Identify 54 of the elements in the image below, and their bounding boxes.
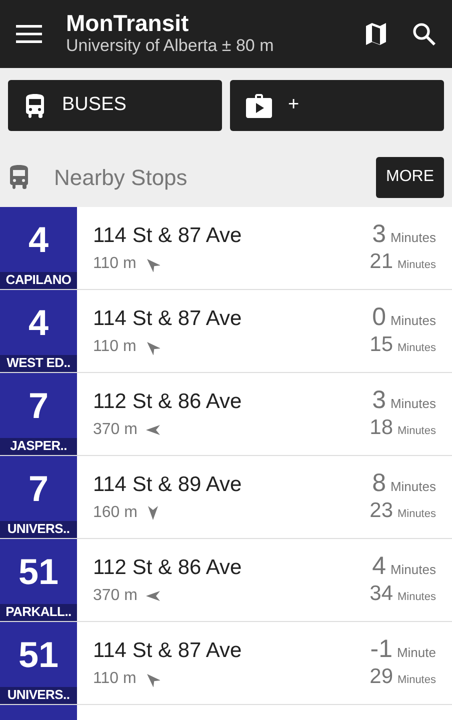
bus-icon <box>8 165 30 189</box>
arrival-time: 4 Minutes <box>372 552 436 582</box>
stop-name: 112 St & 86 Ave <box>93 555 243 582</box>
play-bag-icon <box>246 94 272 118</box>
stop-row[interactable]: 7 JASPER.. 112 St & 86 Ave 370 m 3 Minutes 18 Minutes <box>0 373 452 456</box>
stop-row[interactable]: 4 CAPILANO 114 St & 87 Ave 110 m 3 Minutes 21 Minutes <box>0 207 452 290</box>
search-icon[interactable] <box>412 22 436 46</box>
stop-row[interactable]: 7 UNIVERS.. 114 St & 89 Ave 160 m 8 Minutes 23 Minutes <box>0 456 452 539</box>
distance-text: 110 m <box>93 254 136 274</box>
distance-text: 370 m <box>93 586 138 606</box>
arrival-time: 8 Minutes <box>372 470 436 498</box>
location-subtitle: University of Alberta ± 80 m <box>66 36 275 57</box>
arrival-time: 34 Minutes <box>370 582 436 606</box>
map-icon[interactable] <box>364 22 388 46</box>
route-headsign: UNIVERS.. <box>0 521 77 538</box>
stop-name: 114 St & 87 Ave <box>93 223 243 250</box>
arrival-time: 3 Minutes <box>372 220 436 250</box>
arrival-time: 15 Minutes <box>370 332 436 358</box>
distance-text: 160 m <box>93 502 138 523</box>
bus-icon <box>24 94 46 118</box>
route-headsign: WEST ED.. <box>0 355 77 372</box>
route-number: 7 <box>28 388 49 424</box>
stop-row[interactable]: 51 UNIVERS.. 114 St & 87 Ave 110 m -1 Minute 29 Minutes <box>0 622 452 705</box>
store-button[interactable]: + <box>230 80 444 131</box>
stop-name: 114 St & 87 Ave <box>93 638 243 664</box>
section-title: Nearby Stops <box>54 164 188 192</box>
menu-icon[interactable] <box>16 25 42 43</box>
arrival-time: 18 Minutes <box>370 416 436 440</box>
stop-name: 112 St & 86 Ave <box>93 389 243 416</box>
route-headsign: PARKALL.. <box>0 604 77 621</box>
route-number: 7 <box>28 470 49 507</box>
stop-row[interactable]: 4 WEST ED.. 114 St & 87 Ave 110 m 0 Minutes 15 Minutes <box>0 290 452 373</box>
stop-name: 114 St & 89 Ave <box>93 472 243 498</box>
route-headsign: UNIVERS.. <box>0 687 77 704</box>
arrival-time: 21 Minutes <box>370 250 436 274</box>
route-number: 4 <box>28 304 49 341</box>
app-title: MonTransit <box>66 11 190 36</box>
distance-text: 110 m <box>93 336 136 357</box>
more-button[interactable]: MORE <box>376 156 444 198</box>
arrival-time: 3 Minutes <box>372 386 436 416</box>
route-headsign: CAPILANO <box>0 272 77 289</box>
arrival-time: 23 Minutes <box>370 498 436 524</box>
route-headsign: JASPER.. <box>0 438 77 455</box>
arrival-time: -1 Minute <box>370 636 436 664</box>
distance-text: 110 m <box>93 668 136 689</box>
buses-button[interactable]: BUSES <box>8 80 222 131</box>
route-number: 51 <box>18 636 59 673</box>
route-number: 4 <box>28 222 49 258</box>
arrival-time: 0 Minutes <box>372 304 436 332</box>
stop-row[interactable]: 51 PARKALL.. 112 St & 86 Ave 370 m 4 Minutes 34 Minutes <box>0 539 452 622</box>
arrival-time: 29 Minutes <box>370 664 436 690</box>
distance-text: 370 m <box>93 420 138 440</box>
route-number: 51 <box>18 554 59 590</box>
stop-name: 114 St & 87 Ave <box>93 306 243 332</box>
